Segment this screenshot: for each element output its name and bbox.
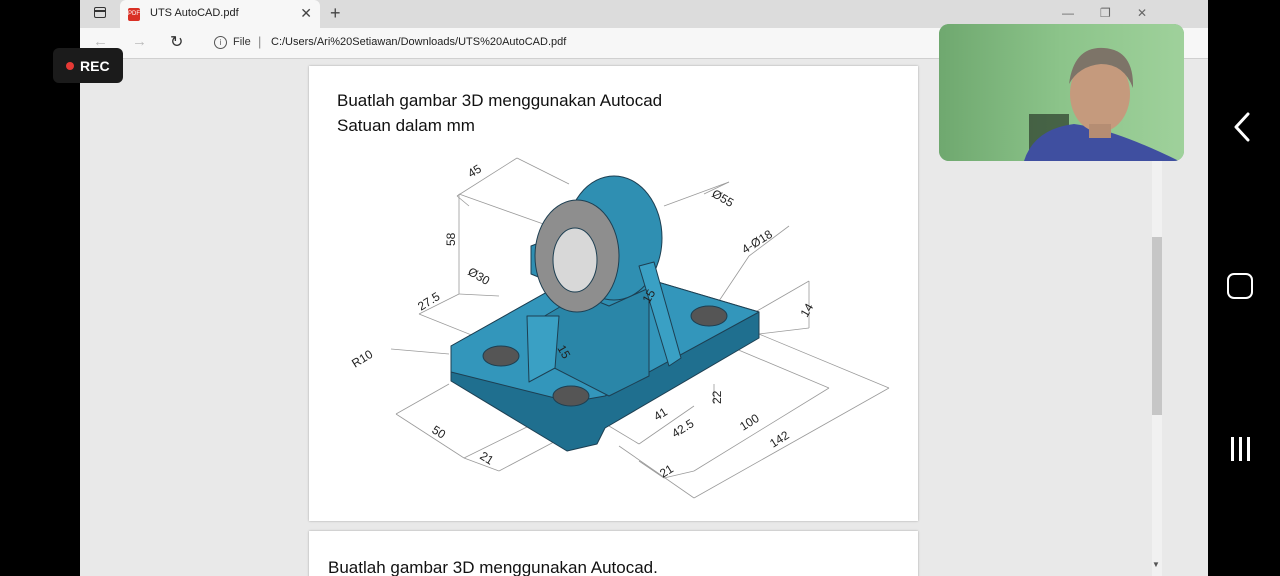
plus-icon[interactable]: + [330, 3, 341, 24]
close-icon[interactable]: ✕ [300, 5, 312, 22]
dim-100: 100 [737, 411, 762, 434]
webcam-person-image [939, 24, 1184, 161]
restore-icon[interactable]: ❐ [1100, 6, 1111, 20]
tab-pdf[interactable]: PDF UTS AutoCAD.pdf ✕ [120, 0, 320, 28]
dim-21-right: 21 [657, 461, 676, 480]
webcam-overlay[interactable] [939, 24, 1184, 161]
cad-isometric-drawing: 45 58 Ø55 Ø30 4-Ø18 27.5 15 15 R10 14 22… [349, 157, 890, 499]
dim-142: 142 [767, 428, 792, 451]
pdf-page-2: Buatlah gambar 3D menggunakan Autocad. [309, 531, 918, 576]
pdf-file-icon: PDF [128, 8, 140, 21]
address-url[interactable]: C:/Users/Ari%20Setiawan/Downloads/UTS%20… [271, 36, 566, 48]
back-chevron-icon[interactable] [1228, 110, 1258, 144]
dim-50: 50 [429, 423, 448, 442]
address-scheme-label: File [233, 36, 251, 48]
dim-4-dia18: 4-Ø18 [739, 227, 775, 257]
scroll-down-icon[interactable]: ▼ [1152, 560, 1160, 569]
dim-27-5: 27.5 [415, 289, 443, 313]
home-square-icon[interactable] [1227, 273, 1253, 299]
dim-21-left: 21 [477, 449, 496, 468]
dim-22: 22 [710, 390, 724, 404]
dim-14: 14 [797, 301, 816, 320]
dim-dia55: Ø55 [710, 186, 737, 210]
pdf-page-1: Buatlah gambar 3D menggunakan Autocad Sa… [309, 66, 918, 521]
tab-title: UTS AutoCAD.pdf [150, 7, 239, 19]
refresh-icon[interactable]: ↻ [170, 32, 183, 52]
window-close-icon[interactable]: ✕ [1137, 6, 1147, 20]
dim-r10: R10 [349, 347, 375, 371]
android-navigation-bar [1208, 0, 1280, 576]
recent-apps-icon[interactable] [1231, 437, 1255, 466]
tab-actions-icon[interactable] [94, 7, 106, 18]
dim-dia30: Ø30 [466, 264, 493, 288]
minimize-icon[interactable]: — [1062, 6, 1074, 20]
page-2-title: Buatlah gambar 3D menggunakan Autocad. [328, 558, 658, 576]
dim-41: 41 [651, 404, 670, 423]
dim-45: 45 [465, 161, 484, 180]
dim-58: 58 [444, 232, 458, 246]
scrollbar-thumb[interactable] [1152, 237, 1162, 415]
dim-42-5: 42.5 [669, 416, 697, 440]
recording-label: REC [80, 58, 110, 74]
recording-indicator: REC [53, 48, 123, 83]
address-separator: | [258, 34, 262, 49]
record-dot-icon [66, 62, 74, 70]
arrow-right-icon[interactable]: → [132, 33, 147, 50]
info-icon[interactable]: i [214, 36, 227, 49]
